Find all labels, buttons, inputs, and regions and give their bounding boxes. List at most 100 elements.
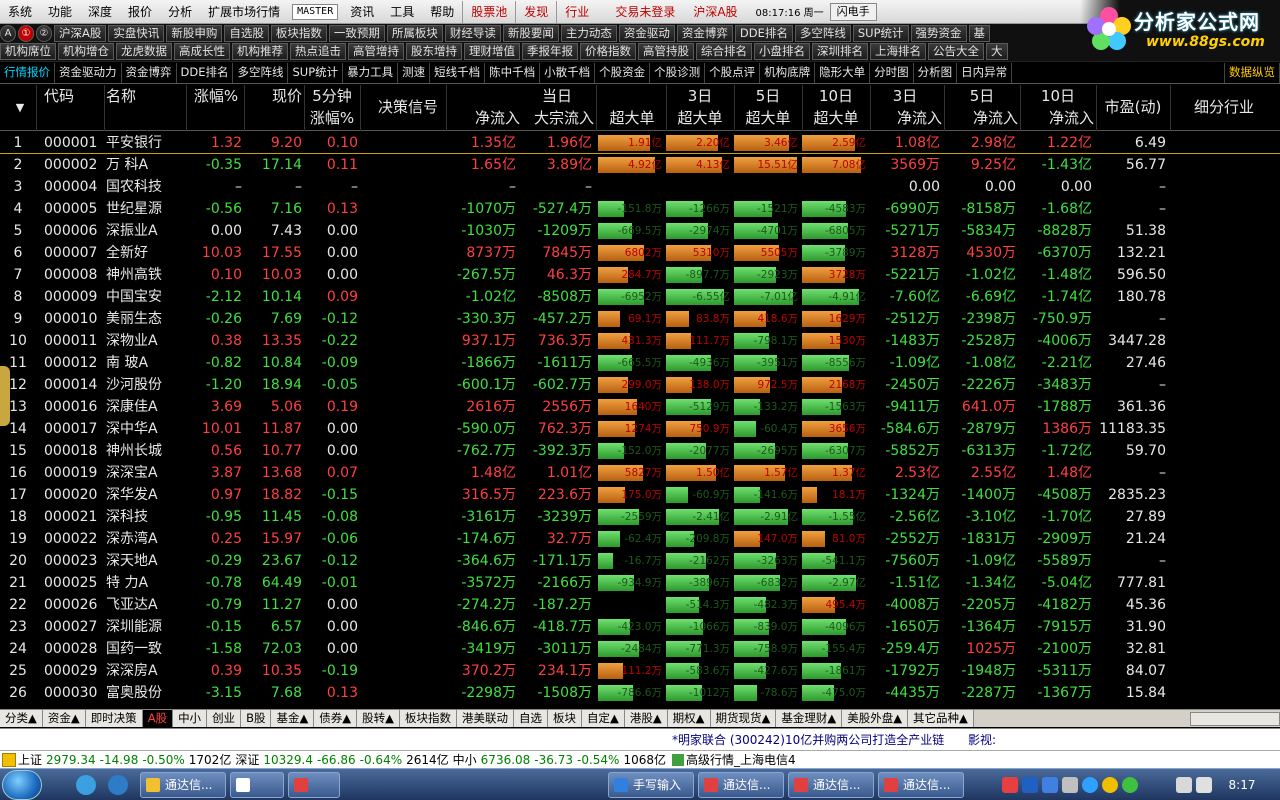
toolbar2-button-0[interactable]: 机构席位 — [0, 43, 56, 60]
table-row[interactable]: 2 000002 万 科A -0.35 17.14 0.11 1.65亿 3.89亿 4.92亿… — [0, 154, 1280, 176]
toolbar2-button-14[interactable]: 深圳排名 — [812, 43, 868, 60]
ie-icon[interactable] — [76, 775, 96, 795]
flash-trade-button[interactable]: 闪电手 — [829, 2, 877, 21]
stock-name[interactable]: 美丽生态 — [106, 308, 184, 330]
stock-name[interactable]: 飞亚达A — [106, 594, 184, 616]
stock-code[interactable]: 000008 — [44, 264, 102, 286]
taskbar-task-0[interactable]: 通达信... — [140, 772, 226, 798]
header-industry[interactable]: 细分行业 — [1176, 96, 1272, 118]
stock-code[interactable]: 000017 — [44, 418, 102, 440]
stock-name[interactable]: 神州高铁 — [106, 264, 184, 286]
table-row[interactable]: 19 000022 深赤湾A 0.25 15.97 -0.06 -174.6万 32.7万 -6… — [0, 528, 1280, 550]
category-tab-2[interactable]: 即时决策 — [85, 710, 143, 727]
stock-code[interactable]: 000011 — [44, 330, 102, 352]
stock-name[interactable]: 平安银行 — [106, 132, 184, 154]
header-10d-net[interactable]: 净流入 — [1022, 107, 1094, 129]
tab-10[interactable]: 小散千档 — [540, 62, 596, 83]
tab-15[interactable]: 隐形大单 — [815, 62, 871, 83]
stock-code[interactable]: 000010 — [44, 308, 102, 330]
stock-name[interactable]: 深科技 — [106, 506, 184, 528]
menu-help[interactable]: 帮助 — [422, 1, 462, 23]
toolbar-button-10[interactable]: 财经导读 — [444, 25, 501, 42]
stock-code[interactable]: 000018 — [44, 440, 102, 462]
toolbar2-button-7[interactable]: 股东增持 — [406, 43, 462, 60]
stock-name[interactable]: 深振业A — [106, 220, 184, 242]
tab-8[interactable]: 短线千档 — [430, 62, 486, 83]
settings-icon[interactable] — [1062, 777, 1078, 793]
toolbar2-button-6[interactable]: 高管增持 — [348, 43, 404, 60]
toolbar-button-9[interactable]: 所属板块 — [386, 25, 443, 42]
category-tab-20[interactable]: 其它品种▲ — [908, 710, 974, 727]
network-icon[interactable] — [1042, 777, 1058, 793]
category-tab-11[interactable]: 港美联动 — [456, 710, 514, 727]
stock-name[interactable]: 深深房A — [106, 660, 184, 682]
category-tab-5[interactable]: 创业 — [207, 710, 242, 727]
stock-code[interactable]: 000028 — [44, 638, 102, 660]
menu-analysis[interactable]: 分析 — [160, 1, 200, 23]
stock-code[interactable]: 000022 — [44, 528, 102, 550]
tab-9[interactable]: 陈中千档 — [485, 62, 541, 83]
toolbar2-button-12[interactable]: 综合排名 — [696, 43, 752, 60]
toolbar-button-7[interactable]: 板块指数 — [270, 25, 327, 42]
category-tab-16[interactable]: 期权▲ — [667, 710, 711, 727]
add-icon[interactable] — [1102, 777, 1118, 793]
toolbar-button-13[interactable]: 资金驱动 — [618, 25, 675, 42]
menu-discover[interactable]: 发现 — [515, 0, 556, 23]
taskbar-clock[interactable]: 8:17 — [1222, 769, 1262, 800]
stock-name[interactable]: 深深宝A — [106, 462, 184, 484]
sort-arrow-icon[interactable]: ▼ — [8, 97, 32, 119]
header-pe[interactable]: 市盈(动) — [1098, 96, 1168, 118]
table-row[interactable]: 3 000004 国农科技 – – – – – 0.00 0.00 0.00 – — [0, 176, 1280, 198]
category-tab-15[interactable]: 港股▲ — [624, 710, 668, 727]
toolbar-button-4[interactable]: 实盘快讯 — [108, 25, 165, 42]
category-tab-7[interactable]: 基金▲ — [271, 710, 315, 727]
stock-name[interactable]: 深康佳A — [106, 396, 184, 418]
stock-code[interactable]: 000020 — [44, 484, 102, 506]
category-tab-18[interactable]: 基金理财▲ — [776, 710, 843, 727]
keyboard-icon[interactable] — [1176, 777, 1192, 793]
toolbar2-button-2[interactable]: 龙虎数据 — [116, 43, 172, 60]
category-tab-8[interactable]: 债券▲ — [314, 710, 358, 727]
tab-5[interactable]: SUP统计 — [288, 62, 344, 83]
tab-0[interactable]: 行情报价 — [0, 62, 55, 83]
header-today-block[interactable]: 大宗流入 — [522, 107, 594, 129]
category-tab-4[interactable]: 中小 — [173, 710, 208, 727]
toolbar-button-5[interactable]: 新股申购 — [166, 25, 223, 42]
toolbar2-button-9[interactable]: 季报年报 — [522, 43, 578, 60]
table-row[interactable]: 6 000007 全新好 10.03 17.55 0.00 8737万 7845万 6802万 5… — [0, 242, 1280, 264]
stock-name[interactable]: 南 玻A — [106, 352, 184, 374]
toolbar2-button-10[interactable]: 价格指数 — [580, 43, 636, 60]
menu-stock-pool[interactable]: 股票池 — [462, 0, 515, 23]
toolbar-button-2[interactable]: ② — [36, 25, 52, 42]
category-tab-6[interactable]: B股 — [241, 710, 272, 727]
toolbar-button-3[interactable]: 沪深A股 — [54, 25, 107, 42]
sz-index-label[interactable]: 深证 — [235, 751, 259, 768]
bell-icon[interactable] — [2, 752, 16, 767]
zx-index-label[interactable]: 中小 — [453, 751, 477, 768]
menu-industry[interactable]: 行业 — [556, 0, 597, 23]
tab-7[interactable]: 测速 — [398, 62, 431, 83]
table-row[interactable]: 12 000014 沙河股份 -1.20 18.94 -0.05 -600.1万 -602.7… — [0, 374, 1280, 396]
menu-quote[interactable]: 报价 — [120, 1, 160, 23]
header-code[interactable]: 代码 — [44, 85, 84, 107]
table-row[interactable]: 18 000021 深科技 -0.95 11.45 -0.08 -3161万 -3239万 -2… — [0, 506, 1280, 528]
stock-name[interactable]: 深中华A — [106, 418, 184, 440]
tab-2[interactable]: 资金博弈 — [122, 62, 177, 83]
header-signal[interactable]: 决策信号 — [368, 96, 448, 118]
taskbar-task-6[interactable]: 通达信... — [878, 772, 964, 798]
taskbar-task-2[interactable] — [288, 772, 340, 798]
table-row[interactable]: 5 000006 深振业A 0.00 7.43 0.00 -1030万 -1209万 -669.… — [0, 220, 1280, 242]
toolbar-button-8[interactable]: 一致预期 — [328, 25, 385, 42]
table-row[interactable]: 25 000029 深深房A 0.39 10.35 -0.19 370.2万 234.1万 11… — [0, 660, 1280, 682]
toolbar-button-16[interactable]: 多空阵线 — [794, 25, 851, 42]
header-name[interactable]: 名称 — [106, 85, 156, 107]
tab-11[interactable]: 个股资金 — [595, 62, 651, 83]
stock-name[interactable]: 深赤湾A — [106, 528, 184, 550]
toolbar-button-11[interactable]: 新股要闻 — [502, 25, 559, 42]
table-row[interactable]: 15 000018 神州长城 0.56 10.77 0.00 -762.7万 -392.3万 -… — [0, 440, 1280, 462]
stock-name[interactable]: 中国宝安 — [106, 286, 184, 308]
menu-depth[interactable]: 深度 — [80, 1, 120, 23]
stock-code[interactable]: 000012 — [44, 352, 102, 374]
stock-name[interactable]: 万 科A — [106, 154, 184, 176]
stock-name[interactable]: 深物业A — [106, 330, 184, 352]
